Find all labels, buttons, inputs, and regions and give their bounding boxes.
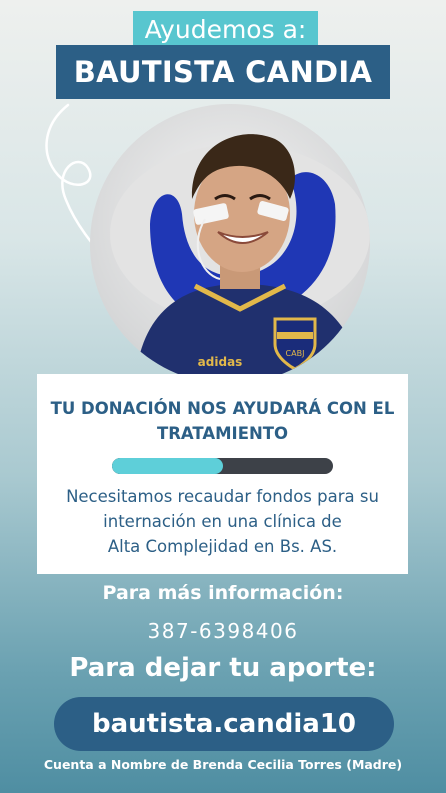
- card-description: Necesitamos recaudar fondos para su inte…: [66, 487, 379, 556]
- jersey-brand-text: adidas: [198, 355, 243, 369]
- donation-heading: Para dejar tu aporte:: [69, 653, 377, 683]
- patient-photo: CABJ adidas: [90, 104, 370, 384]
- progress-fill: [112, 458, 223, 474]
- jersey-logo-text: CABJ: [286, 349, 305, 358]
- intro-label: Ayudemos a:: [133, 11, 318, 49]
- donation-info-card: TU DONACIÓN NOS AYUDARÁ CON EL TRATAMIEN…: [37, 374, 408, 574]
- phone-number: 387-6398406: [147, 619, 299, 643]
- patient-name-banner: BAUTISTA CANDIA: [56, 45, 390, 99]
- card-title: TU DONACIÓN NOS AYUDARÁ CON EL TRATAMIEN…: [50, 399, 395, 443]
- fundraising-progress-bar: [112, 458, 333, 474]
- info-heading: Para más información:: [102, 582, 344, 604]
- donation-alias: bautista.candia10: [54, 697, 394, 751]
- account-note: Cuenta a Nombre de Brenda Cecilia Torres…: [43, 757, 403, 772]
